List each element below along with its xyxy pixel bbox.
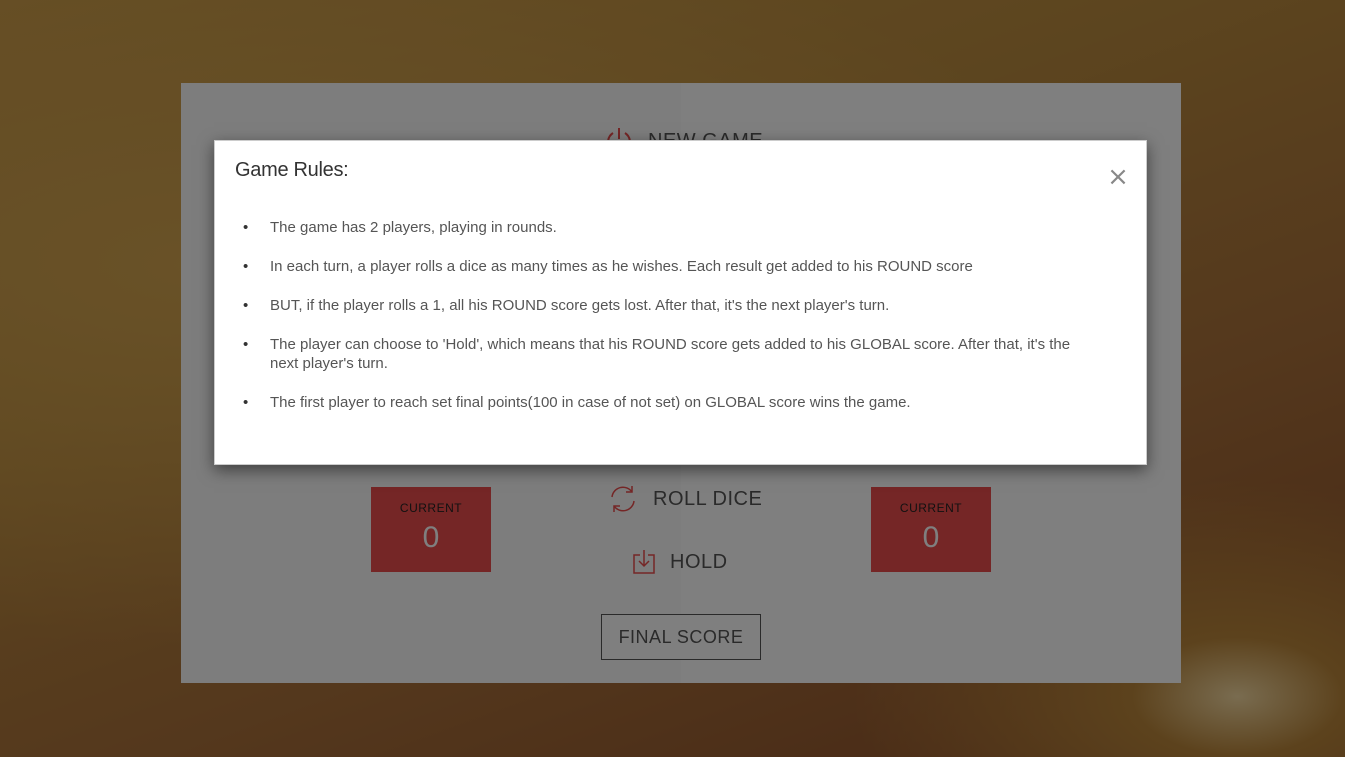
rule-item: • In each turn, a player rolls a dice as … [243, 258, 973, 275]
rule-text: The player can choose to 'Hold', which m… [270, 336, 1071, 372]
modal-title: Game Rules: [235, 159, 349, 181]
rule-text: In each turn, a player rolls a dice as m… [270, 258, 973, 275]
rule-item: • The game has 2 players, playing in roun… [243, 219, 557, 236]
rule-text: The game has 2 players, playing in round… [270, 219, 557, 236]
rule-item: • BUT, if the player rolls a 1, all his R… [243, 297, 890, 314]
rule-text: The first player to reach set final poin… [270, 394, 911, 411]
rules-list: • The game has 2 players, playing in roun… [235, 218, 1095, 432]
rule-item: • The player can choose to 'Hold', which … [243, 336, 1071, 372]
game-rules-modal: Game Rules: × • The game has 2 players, p… [214, 140, 1147, 465]
close-icon[interactable]: × [1106, 164, 1130, 190]
rule-text: BUT, if the player rolls a 1, all his RO… [270, 297, 890, 314]
rule-item: • The first player to reach set final poi… [243, 394, 911, 411]
